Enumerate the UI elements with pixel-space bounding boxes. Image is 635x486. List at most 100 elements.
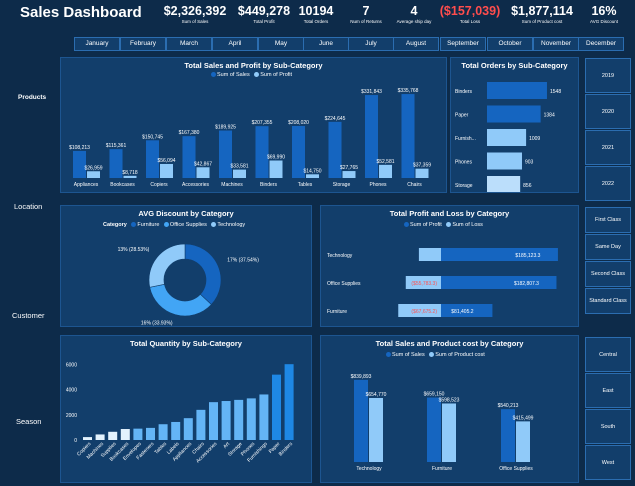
donut-data-label: 13% (28.53%) xyxy=(118,247,150,253)
month-button-february[interactable]: February xyxy=(120,37,166,51)
ship-mode-button-second-class[interactable]: Second Class xyxy=(585,261,631,287)
sales-data-label: $839,893 xyxy=(351,374,372,380)
year-button-2022[interactable]: 2022 xyxy=(585,166,631,201)
sales-data-label: $224,645 xyxy=(325,116,346,122)
sales-bar xyxy=(365,95,378,178)
y-tick-label: 4000 xyxy=(66,388,77,394)
year-button-2021[interactable]: 2021 xyxy=(585,130,631,165)
cost-data-label: $415,499 xyxy=(513,415,534,421)
month-button-december[interactable]: December xyxy=(578,37,624,51)
month-button-september[interactable]: September xyxy=(440,37,486,51)
ship-mode-button-same-day[interactable]: Same Day xyxy=(585,234,631,260)
profit-bar xyxy=(441,276,557,289)
profit-data-label: $185,123.3 xyxy=(515,253,540,259)
quantity-bar xyxy=(183,418,193,440)
quantity-bar xyxy=(171,421,181,440)
orders-bar-chart: Binders 1548 Paper 1384 Furnish... 1009 Phones… xyxy=(455,82,561,192)
month-button-january[interactable]: January xyxy=(74,37,120,51)
donut-slice xyxy=(184,243,222,305)
profit-data-label: $81,405.2 xyxy=(451,309,473,315)
loss-data-label: ($67,675.2) xyxy=(411,309,437,315)
profit-data-label: $26,959 xyxy=(84,165,102,171)
quantity-bar xyxy=(196,409,206,440)
month-button-july[interactable]: July xyxy=(348,37,394,51)
profit-data-label: $37,359 xyxy=(413,163,431,169)
profit-data-label: $42,867 xyxy=(194,161,212,167)
row-label-location: Location xyxy=(14,202,43,211)
category-tick-label: Binders xyxy=(455,89,472,95)
category-tick-label: Storage xyxy=(333,182,351,188)
sales-bar xyxy=(109,149,123,178)
ship-mode-button-first-class[interactable]: First Class xyxy=(585,207,631,233)
region-button-west[interactable]: West xyxy=(585,445,631,480)
kpi-label: AVG Discount xyxy=(590,19,618,24)
kpi-label: Sum of Sales xyxy=(181,19,209,24)
category-tick-label: Technology xyxy=(356,466,382,472)
quantity-bar xyxy=(133,428,143,440)
sales-data-label: $108,213 xyxy=(69,145,90,151)
quantity-bar xyxy=(221,401,231,440)
cost-data-label: $654,770 xyxy=(366,392,387,398)
profit-bar xyxy=(160,163,173,178)
region-button-central[interactable]: Central xyxy=(585,337,631,372)
category-tick-label: Bookcases xyxy=(110,182,135,188)
category-tick-label: Office Supplies xyxy=(499,466,533,472)
quantity-bar xyxy=(259,394,269,440)
sales-bar xyxy=(219,130,232,178)
profit-bar xyxy=(233,169,246,178)
orders-bar xyxy=(487,176,521,192)
profit-loss-panel: Total Profit and Loss by Category Sum of… xyxy=(320,205,579,327)
orders-bar xyxy=(487,82,547,99)
sales-data-label: $540,213 xyxy=(498,403,519,409)
profit-bar xyxy=(306,174,319,178)
donut-data-label: 16% (33.93%) xyxy=(141,320,173,326)
profit-loss-bar-chart: Technology $185,123.3 Office Supplies ($55,… xyxy=(327,248,558,317)
profit-bar xyxy=(87,171,100,178)
quantity-bar xyxy=(234,399,244,440)
sales-data-label: $208,020 xyxy=(288,120,309,126)
month-button-november[interactable]: November xyxy=(533,37,579,51)
month-button-june[interactable]: June xyxy=(303,37,349,51)
quantity-bar xyxy=(284,364,294,440)
year-button-2020[interactable]: 2020 xyxy=(585,94,631,129)
donut-data-label: 17% (37.54%) xyxy=(227,258,259,264)
month-button-october[interactable]: October xyxy=(487,37,533,51)
month-button-march[interactable]: March xyxy=(166,37,212,51)
cost-bar xyxy=(442,403,456,462)
profit-data-label: $33,581 xyxy=(230,164,248,170)
kpi-card: $2,326,392 Sum of Sales xyxy=(155,4,235,25)
category-tick-label: Paper xyxy=(455,113,469,119)
orders-bar xyxy=(487,105,541,123)
row-label-season: Season xyxy=(16,417,42,426)
discount-donut-chart: 17% (37.54%) 16% (33.93%) 13% (28.53%) xyxy=(118,243,259,326)
avg-discount-panel: AVG Discount by Category Category Furnit… xyxy=(60,205,312,327)
cost-data-label: $598,523 xyxy=(439,397,460,403)
category-tick-label: Machines xyxy=(221,182,243,188)
quantity-bar xyxy=(272,374,281,440)
row-label-products: Products xyxy=(18,94,47,101)
month-button-april[interactable]: April xyxy=(212,37,258,51)
loss-data-label: ($55,783.3) xyxy=(411,281,437,287)
category-tick-label: Appliances xyxy=(74,182,99,188)
y-tick-label: 0 xyxy=(74,438,77,444)
region-button-south[interactable]: South xyxy=(585,409,631,444)
ship-mode-button-standard-class[interactable]: Standard Class xyxy=(585,288,631,314)
profit-data-label: $69,990 xyxy=(267,155,285,161)
y-tick-label: 6000 xyxy=(66,362,77,368)
category-tick-label: Technology xyxy=(327,253,353,259)
profit-bar xyxy=(196,167,210,178)
profit-bar xyxy=(379,164,392,178)
year-button-2019[interactable]: 2019 xyxy=(585,58,631,93)
category-tick-label: Binders xyxy=(260,182,277,188)
kpi-value: $2,326,392 xyxy=(163,4,227,18)
category-tick-label: Binders xyxy=(278,441,295,458)
month-button-august[interactable]: August xyxy=(393,37,439,51)
orders-data-label: 856 xyxy=(523,183,532,189)
orders-data-label: 1384 xyxy=(544,113,555,119)
month-button-may[interactable]: May xyxy=(258,37,304,51)
kpi-label: Total Loss xyxy=(459,19,481,24)
sales-data-label: $331,843 xyxy=(361,89,382,95)
region-button-east[interactable]: East xyxy=(585,373,631,408)
category-tick-label: Tables xyxy=(154,441,169,456)
donut-slice xyxy=(149,283,212,317)
